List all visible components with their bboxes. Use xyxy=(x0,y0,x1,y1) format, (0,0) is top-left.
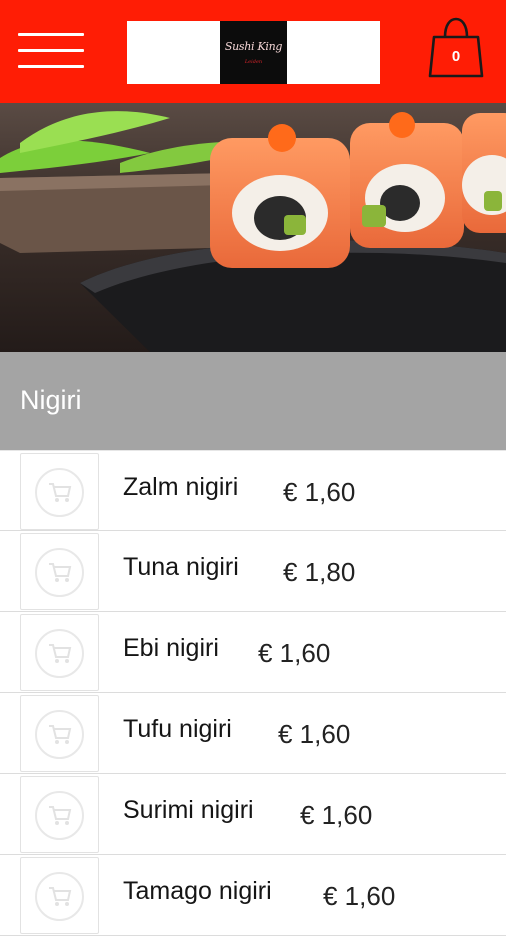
logo-text: Sushi King xyxy=(224,40,283,53)
item-name: Zalm nigiri xyxy=(123,473,239,501)
item-price: € 1,60 xyxy=(258,638,331,668)
add-to-cart-button[interactable] xyxy=(20,533,99,610)
item-name: Surimi nigiri xyxy=(123,796,254,824)
menu-bar xyxy=(18,49,84,52)
list-item[interactable]: Ebi nigiri € 1,60 xyxy=(0,612,506,693)
add-to-cart-button[interactable] xyxy=(20,857,99,934)
item-price: € 1,60 xyxy=(323,881,396,911)
category-header: Nigiri xyxy=(0,352,506,450)
hamburger-menu-icon[interactable] xyxy=(18,30,84,70)
add-to-cart-button[interactable] xyxy=(20,453,99,530)
cart-icon xyxy=(49,644,72,663)
item-name: Ebi nigiri xyxy=(123,634,219,662)
cart-icon xyxy=(49,725,72,744)
item-name: Tuna nigiri xyxy=(123,553,239,581)
cart-icon xyxy=(49,806,72,825)
cart-button[interactable]: 0 xyxy=(428,15,484,79)
add-to-cart-button[interactable] xyxy=(20,776,99,853)
menu-bar xyxy=(18,33,84,36)
sushi-photo xyxy=(0,103,506,352)
item-price: € 1,80 xyxy=(283,557,356,587)
add-to-cart-button[interactable] xyxy=(20,614,99,691)
item-name: Tamago nigiri xyxy=(123,877,272,905)
cart-count-badge: 0 xyxy=(451,48,461,65)
list-item[interactable]: Tamago nigiri € 1,60 xyxy=(0,855,506,936)
menu-bar xyxy=(18,65,84,68)
item-price: € 1,60 xyxy=(278,719,351,749)
hero-image xyxy=(0,103,506,352)
logo: Sushi King Leiden xyxy=(220,21,287,84)
item-name: Tufu nigiri xyxy=(123,715,232,743)
category-title: Nigiri xyxy=(20,385,82,415)
list-item[interactable]: Tufu nigiri € 1,60 xyxy=(0,693,506,774)
app-header: Sushi King Leiden 0 xyxy=(0,0,506,103)
item-price: € 1,60 xyxy=(283,477,356,507)
logo-container[interactable]: Sushi King Leiden xyxy=(127,21,380,84)
item-price: € 1,60 xyxy=(300,800,373,830)
list-item[interactable]: Zalm nigiri € 1,60 xyxy=(0,450,506,531)
add-to-cart-button[interactable] xyxy=(20,695,99,772)
logo-subtext: Leiden xyxy=(244,59,263,65)
list-item[interactable]: Tuna nigiri € 1,80 xyxy=(0,531,506,612)
cart-icon xyxy=(49,887,72,906)
menu-item-list: Zalm nigiri € 1,60 Tuna nigiri € 1,80 Eb… xyxy=(0,450,506,936)
shopping-bag-icon xyxy=(428,17,484,78)
list-item[interactable]: Surimi nigiri € 1,60 xyxy=(0,774,506,855)
cart-icon xyxy=(49,563,72,582)
cart-icon xyxy=(49,483,72,502)
